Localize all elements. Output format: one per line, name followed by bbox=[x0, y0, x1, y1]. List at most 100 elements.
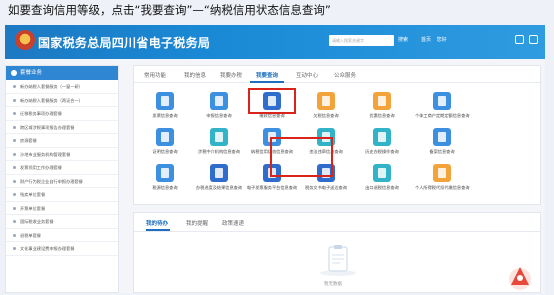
tab-policy-news[interactable]: 政策速递 bbox=[222, 219, 244, 227]
sidebar-item[interactable]: 房源套餐 bbox=[6, 134, 118, 148]
bullet-icon bbox=[13, 233, 16, 237]
query-item[interactable]: 出口退税信息查询 bbox=[355, 164, 409, 191]
sidebar-list: 新办纳税人套餐服务（一窗一研） 新办纳税人套餐服务（两证合一） 迁移税务事项办理套餐… bbox=[6, 80, 118, 256]
query-item-icon bbox=[373, 164, 391, 182]
search-input[interactable]: 请输入搜索关键字 bbox=[329, 35, 394, 46]
query-item-label: 税源信息查询 bbox=[152, 185, 178, 190]
sidebar-item[interactable]: 残疾单位套餐 bbox=[6, 188, 118, 202]
bullet-icon bbox=[13, 220, 16, 223]
sidebar-item[interactable]: 国际税收业务套餐 bbox=[6, 215, 118, 229]
query-item-label: 办税进度及结果信息查询 bbox=[195, 185, 243, 190]
sidebar-title: 套餐业务 bbox=[6, 66, 118, 80]
query-item[interactable]: 证明信息查询 bbox=[138, 128, 192, 155]
bullet-icon bbox=[13, 166, 16, 169]
query-item-label: 备案信息查询 bbox=[429, 149, 455, 154]
bullet-icon bbox=[13, 125, 16, 129]
tab-my-todo[interactable]: 我的待办 bbox=[146, 219, 168, 227]
tab-public-service[interactable]: 公众服务 bbox=[334, 71, 356, 79]
query-item-icon bbox=[317, 92, 335, 110]
sidebar-item-label: 房源套餐 bbox=[20, 138, 37, 143]
query-item-icon bbox=[156, 92, 174, 110]
query-item-label: 优惠信息查询 bbox=[369, 113, 395, 118]
sidebar-item-label: 开票单位套餐 bbox=[20, 205, 46, 211]
sidebar-item[interactable]: 开票单位套餐 bbox=[6, 202, 118, 215]
query-item-icon bbox=[156, 128, 174, 146]
notification-icon[interactable] bbox=[515, 35, 524, 44]
query-item-icon bbox=[433, 92, 451, 110]
top-header-bar: 国家税务总局四川省电子税务局 请输入搜索关键字 搜索 首页 您好 bbox=[5, 25, 545, 59]
sidebar-item[interactable]: 跨区域涉税事项报告办理套餐 bbox=[6, 121, 118, 134]
query-item-icon bbox=[433, 164, 451, 182]
highlight-box-query-tab bbox=[248, 88, 296, 114]
query-item-label: 个人所得税代扣代缴信息查询 bbox=[415, 185, 470, 190]
sidebar-item-label: 新办纳税人套餐服务（一窗一研） bbox=[20, 84, 83, 89]
sidebar-item[interactable]: 沙地市业服务机构管理套餐 bbox=[6, 148, 118, 161]
empty-state-text: 暂无数据 bbox=[324, 282, 342, 287]
sidebar-item-label: 跨区域涉税事项报告办理套餐 bbox=[20, 124, 75, 130]
sidebar-item[interactable]: 新办纳税人套餐服务（两证合一） bbox=[6, 94, 118, 107]
sidebar-item[interactable]: 新办纳税人套餐服务（一窗一研） bbox=[6, 80, 118, 94]
query-item[interactable]: 发票信息查询 bbox=[138, 92, 192, 119]
bullet-icon bbox=[13, 85, 16, 88]
settings-icon[interactable] bbox=[529, 35, 538, 44]
divider bbox=[134, 231, 540, 232]
user-links: 首页 您好 bbox=[421, 36, 451, 43]
home-link[interactable]: 首页 bbox=[421, 37, 431, 43]
query-item[interactable]: 办税进度及结果信息查询 bbox=[192, 164, 246, 191]
sidebar-item-label: 文化事业建设费申报办理套餐 bbox=[20, 246, 75, 251]
sidebar-item-label: 迁移税务事项办理套餐 bbox=[20, 111, 62, 116]
instruction-caption: 如要查询信用等级，点击“我要查询”—“纳税信用状态信息查询” bbox=[8, 3, 331, 17]
sidebar-item-label: 财产行为税企业自行申报办理套餐 bbox=[20, 178, 83, 184]
sidebar-item-label: 残疾单位套餐 bbox=[20, 192, 46, 197]
empty-clipboard-icon bbox=[320, 245, 356, 276]
query-item-label: 历史办税操作查询 bbox=[365, 149, 399, 154]
sidebar-item[interactable]: 发票领用工作办理套餐 bbox=[6, 161, 118, 175]
tab-common[interactable]: 常用功能 bbox=[144, 71, 166, 79]
bullet-icon bbox=[13, 98, 16, 102]
query-item-label: 涉税中介机构信息查询 bbox=[198, 149, 240, 154]
tab-tax-handling[interactable]: 我要办税 bbox=[220, 71, 242, 79]
tab-my-info[interactable]: 我的信息 bbox=[184, 71, 206, 79]
active-tab-indicator bbox=[250, 81, 284, 83]
tab-query[interactable]: 我要查询 bbox=[256, 71, 278, 79]
bullet-icon bbox=[13, 247, 16, 250]
tax-portal-screenshot: 国家税务总局四川省电子税务局 请输入搜索关键字 搜索 首页 您好 套餐业务 新办… bbox=[5, 25, 545, 293]
bullet-icon bbox=[13, 152, 16, 156]
highlight-box-credit-status bbox=[270, 137, 333, 177]
query-item[interactable]: 备案信息查询 bbox=[415, 128, 469, 155]
main-tab-bar: 常用功能 我的信息 我要办税 我要查询 互动中心 公众服务 bbox=[134, 66, 540, 83]
query-item-label: 证明信息查询 bbox=[152, 149, 178, 154]
tax-emblem-icon bbox=[15, 30, 35, 50]
tab-my-reminders[interactable]: 我的提醒 bbox=[186, 219, 208, 227]
query-item[interactable]: 欠税信息查询 bbox=[299, 92, 353, 119]
site-title: 国家税务总局四川省电子税务局 bbox=[38, 36, 211, 50]
floating-assistant-icon[interactable] bbox=[505, 263, 535, 291]
query-item-label: 电子发票服务平台信息查询 bbox=[246, 185, 298, 190]
query-item[interactable]: 个人所得税代扣代缴信息查询 bbox=[415, 164, 469, 191]
query-item[interactable]: 涉税中介机构信息查询 bbox=[192, 128, 246, 155]
query-item[interactable]: 申报信息查询 bbox=[192, 92, 246, 119]
search-button[interactable]: 搜索 bbox=[398, 36, 408, 43]
query-item[interactable]: 个体工商户定期定额信息查询 bbox=[415, 92, 469, 119]
query-item-label: 税务文书电子送达查询 bbox=[305, 185, 347, 190]
sidebar-item-label: 沙地市业服务机构管理套餐 bbox=[20, 151, 71, 157]
query-item-icon bbox=[373, 92, 391, 110]
query-item-label: 发票信息查询 bbox=[152, 113, 178, 118]
query-item-label: 出口退税信息查询 bbox=[365, 185, 399, 190]
tab-interaction[interactable]: 互动中心 bbox=[296, 71, 318, 79]
sidebar-item[interactable]: 迁移税务事项办理套餐 bbox=[6, 107, 118, 121]
sidebar-item-label: 发票领用工作办理套餐 bbox=[20, 165, 62, 170]
sidebar-item-label: 退税单套餐 bbox=[20, 232, 41, 238]
query-item[interactable]: 税源信息查询 bbox=[138, 164, 192, 191]
query-item-label: 个体工商户定期定额信息查询 bbox=[415, 113, 470, 118]
package-sidebar: 套餐业务 新办纳税人套餐服务（一窗一研） 新办纳税人套餐服务（两证合一） 迁移税务事… bbox=[5, 65, 119, 293]
query-item[interactable]: 历史办税操作查询 bbox=[355, 128, 409, 155]
query-item-icon bbox=[210, 92, 228, 110]
sidebar-title-label: 套餐业务 bbox=[20, 70, 43, 76]
sidebar-item[interactable]: 退税单套餐 bbox=[6, 229, 118, 242]
query-item-icon bbox=[373, 128, 391, 146]
sidebar-item[interactable]: 文化事业建设费申报办理套餐 bbox=[6, 242, 118, 256]
query-item[interactable]: 优惠信息查询 bbox=[355, 92, 409, 119]
bullet-icon bbox=[13, 179, 16, 183]
sidebar-item[interactable]: 财产行为税企业自行申报办理套餐 bbox=[6, 175, 118, 188]
